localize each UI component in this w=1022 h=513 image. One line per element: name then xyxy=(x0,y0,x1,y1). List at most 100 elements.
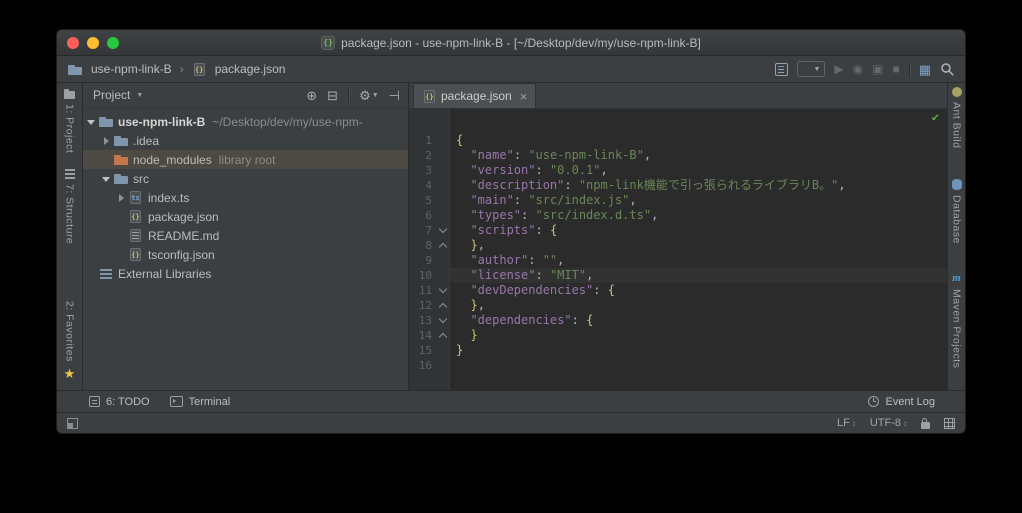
code-line-11: 11 "devDependencies": { xyxy=(409,283,947,298)
fold-gutter xyxy=(436,133,450,148)
chevron-down-icon: ▼ xyxy=(136,91,144,99)
terminal-button[interactable]: Terminal xyxy=(169,396,230,408)
hide-panel-button[interactable]: ⊣ xyxy=(389,89,400,102)
fold-start-icon[interactable] xyxy=(436,313,450,328)
fold-gutter xyxy=(436,268,450,283)
run-configurations-icon[interactable] xyxy=(775,62,789,76)
tool-button-favorites[interactable]: 2: Favorites ★ xyxy=(64,301,76,380)
project-folder-icon xyxy=(67,62,82,76)
folder-icon xyxy=(113,133,129,149)
code-line-16: 16 xyxy=(409,358,947,373)
fold-end-icon[interactable] xyxy=(436,298,450,313)
file-md-icon xyxy=(128,228,144,244)
code-text: "license": "MIT", xyxy=(450,268,947,283)
file-json-icon xyxy=(128,209,144,225)
fold-gutter xyxy=(436,193,450,208)
grid-icon[interactable] xyxy=(944,417,955,429)
fold-gutter xyxy=(436,253,450,268)
close-button[interactable] xyxy=(67,37,79,49)
code-text: } xyxy=(456,343,464,357)
database-label: Database xyxy=(950,194,963,244)
code-line-12: 12 }, xyxy=(409,298,947,313)
code-text: "scripts": { xyxy=(470,223,558,237)
event-log-button[interactable]: Event Log xyxy=(868,396,935,408)
tree-row-index-ts[interactable]: index.ts xyxy=(83,188,408,207)
breadcrumb-project[interactable]: use-npm-link-B xyxy=(67,62,172,76)
line-number: 1 xyxy=(425,134,432,147)
tree-row-package-json[interactable]: package.json xyxy=(83,207,408,226)
zoom-button[interactable] xyxy=(107,37,119,49)
project-tool-icon xyxy=(64,89,75,99)
inspections-status-icon[interactable]: ✔ xyxy=(932,111,939,123)
status-bar: LF ↕ UTF-8 ↕ xyxy=(57,412,965,433)
tool-windows-button[interactable]: ▦ xyxy=(919,63,931,76)
run-config-selector[interactable]: ▼ xyxy=(797,61,826,77)
breadcrumb-file[interactable]: package.json xyxy=(192,62,286,77)
database-icon xyxy=(951,178,962,190)
editor-pane: package.json × 1{2 "name": "use-npm-link… xyxy=(409,83,947,390)
tree-collapsed-icon[interactable] xyxy=(100,133,113,149)
code-text: "author": "", xyxy=(470,253,565,267)
tree-row-external-libraries[interactable]: External Libraries xyxy=(83,264,408,283)
line-separator-selector[interactable]: LF ↕ xyxy=(837,417,856,429)
todo-button[interactable]: 6: TODO xyxy=(89,396,150,408)
toolwindow-toggle-button[interactable] xyxy=(67,417,78,429)
coverage-button[interactable]: ▣ xyxy=(872,63,883,75)
fold-end-icon[interactable] xyxy=(436,328,450,343)
file-json-icon xyxy=(128,247,144,263)
tree-row-use-npm-link-b[interactable]: use-npm-link-B ~/Desktop/dev/my/use-npm- xyxy=(83,112,408,131)
fold-start-icon[interactable] xyxy=(436,223,450,238)
search-icon xyxy=(941,62,954,76)
stop-button[interactable]: ■ xyxy=(892,63,899,75)
traffic-lights xyxy=(67,37,119,49)
tool-button-database[interactable]: Database xyxy=(950,178,963,244)
tree-expanded-icon[interactable] xyxy=(100,171,113,187)
fold-gutter xyxy=(436,178,450,193)
collapse-all-button[interactable]: ⊟ xyxy=(327,89,338,102)
project-panel: Project ▼ ⊕ ⊟ ⚙ ▼ ⊣ use-npm-link-B ~/Desk… xyxy=(83,83,409,390)
fold-end-icon[interactable] xyxy=(436,238,450,253)
search-everywhere-button[interactable] xyxy=(940,62,955,77)
editor-tabs: package.json × xyxy=(409,83,947,109)
locate-button[interactable]: ⊕ xyxy=(306,89,317,102)
tree-node-label: tsconfig.json xyxy=(148,247,215,262)
tree-row-readme-md[interactable]: README.md xyxy=(83,226,408,245)
settings-button[interactable]: ⚙ ▼ xyxy=(359,89,379,102)
fold-start-icon[interactable] xyxy=(436,283,450,298)
structure-tool-icon xyxy=(64,169,75,180)
tree-node-label: README.md xyxy=(148,228,220,243)
tool-button-structure[interactable]: 7: Structure xyxy=(64,169,76,245)
tool-button-ant-build[interactable]: Ant Build xyxy=(951,87,963,149)
tree-row--idea[interactable]: .idea xyxy=(83,131,408,150)
tree-row-tsconfig-json[interactable]: tsconfig.json xyxy=(83,245,408,264)
project-view-selector[interactable]: Project ▼ xyxy=(93,88,143,102)
close-tab-icon[interactable]: × xyxy=(520,90,528,103)
todo-label: 6: TODO xyxy=(106,395,150,408)
tab-package-json[interactable]: package.json × xyxy=(413,83,537,108)
debug-button[interactable]: ◉ xyxy=(853,63,863,75)
tree-expanded-icon[interactable] xyxy=(85,114,98,130)
tree-row-node-modules[interactable]: node_modules library root xyxy=(83,150,408,169)
code-text: }, xyxy=(470,298,485,312)
tree-collapsed-icon[interactable] xyxy=(115,190,128,206)
terminal-icon xyxy=(169,396,183,407)
folder-icon xyxy=(113,171,129,187)
code-line-2: 2 "name": "use-npm-link-B", xyxy=(409,148,947,163)
tool-button-maven[interactable]: m Maven Projects xyxy=(951,273,963,369)
encoding-selector[interactable]: UTF-8 ↕ xyxy=(870,417,907,429)
line-number: 6 xyxy=(425,209,432,222)
breadcrumb-file-label: package.json xyxy=(214,62,286,76)
left-tool-stripe: 1: Project 7: Structure 2: Favorites ★ xyxy=(57,83,83,390)
tree-row-src[interactable]: src xyxy=(83,169,408,188)
code-line-10: 10 "license": "MIT", xyxy=(409,268,947,283)
editor[interactable]: 1{2 "name": "use-npm-link-B", 3 "version"… xyxy=(409,109,947,390)
lock-icon[interactable] xyxy=(921,417,930,429)
tool-button-project[interactable]: 1: Project xyxy=(64,89,76,153)
main-area: 1: Project 7: Structure 2: Favorites ★ P… xyxy=(57,83,965,390)
line-number: 11 xyxy=(418,284,432,297)
minimize-button[interactable] xyxy=(87,37,99,49)
tab-label: package.json xyxy=(441,89,512,103)
run-button[interactable]: ▶ xyxy=(834,63,843,75)
